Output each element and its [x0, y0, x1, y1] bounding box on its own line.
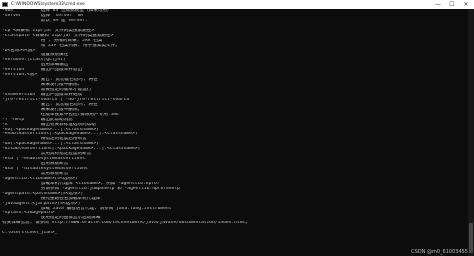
cmd-app-icon [2, 2, 8, 7]
command-prompt: C:\Users\chen_jian>_ [2, 231, 58, 236]
console-window: C:\WINDOWS\system32\cmd.exe — ☐ ✕ -d64 选… [0, 0, 474, 256]
close-button[interactable]: ✕ [459, 0, 473, 9]
minimize-button[interactable]: — [431, 0, 445, 9]
console-output[interactable]: -d64 选择 64 位数据模型（如果可用） -server 选择 "server… [2, 9, 464, 256]
title-bar[interactable]: C:\WINDOWS\system32\cmd.exe — ☐ ✕ [0, 0, 474, 9]
csdn-watermark: CSDN @m0_61003455 [411, 249, 468, 255]
maximize-button[interactable]: ☐ [445, 0, 459, 9]
vertical-scrollbar[interactable] [468, 9, 474, 256]
scrollbar-thumb[interactable] [469, 223, 473, 253]
window-title: C:\WINDOWS\system32\cmd.exe [11, 2, 85, 7]
